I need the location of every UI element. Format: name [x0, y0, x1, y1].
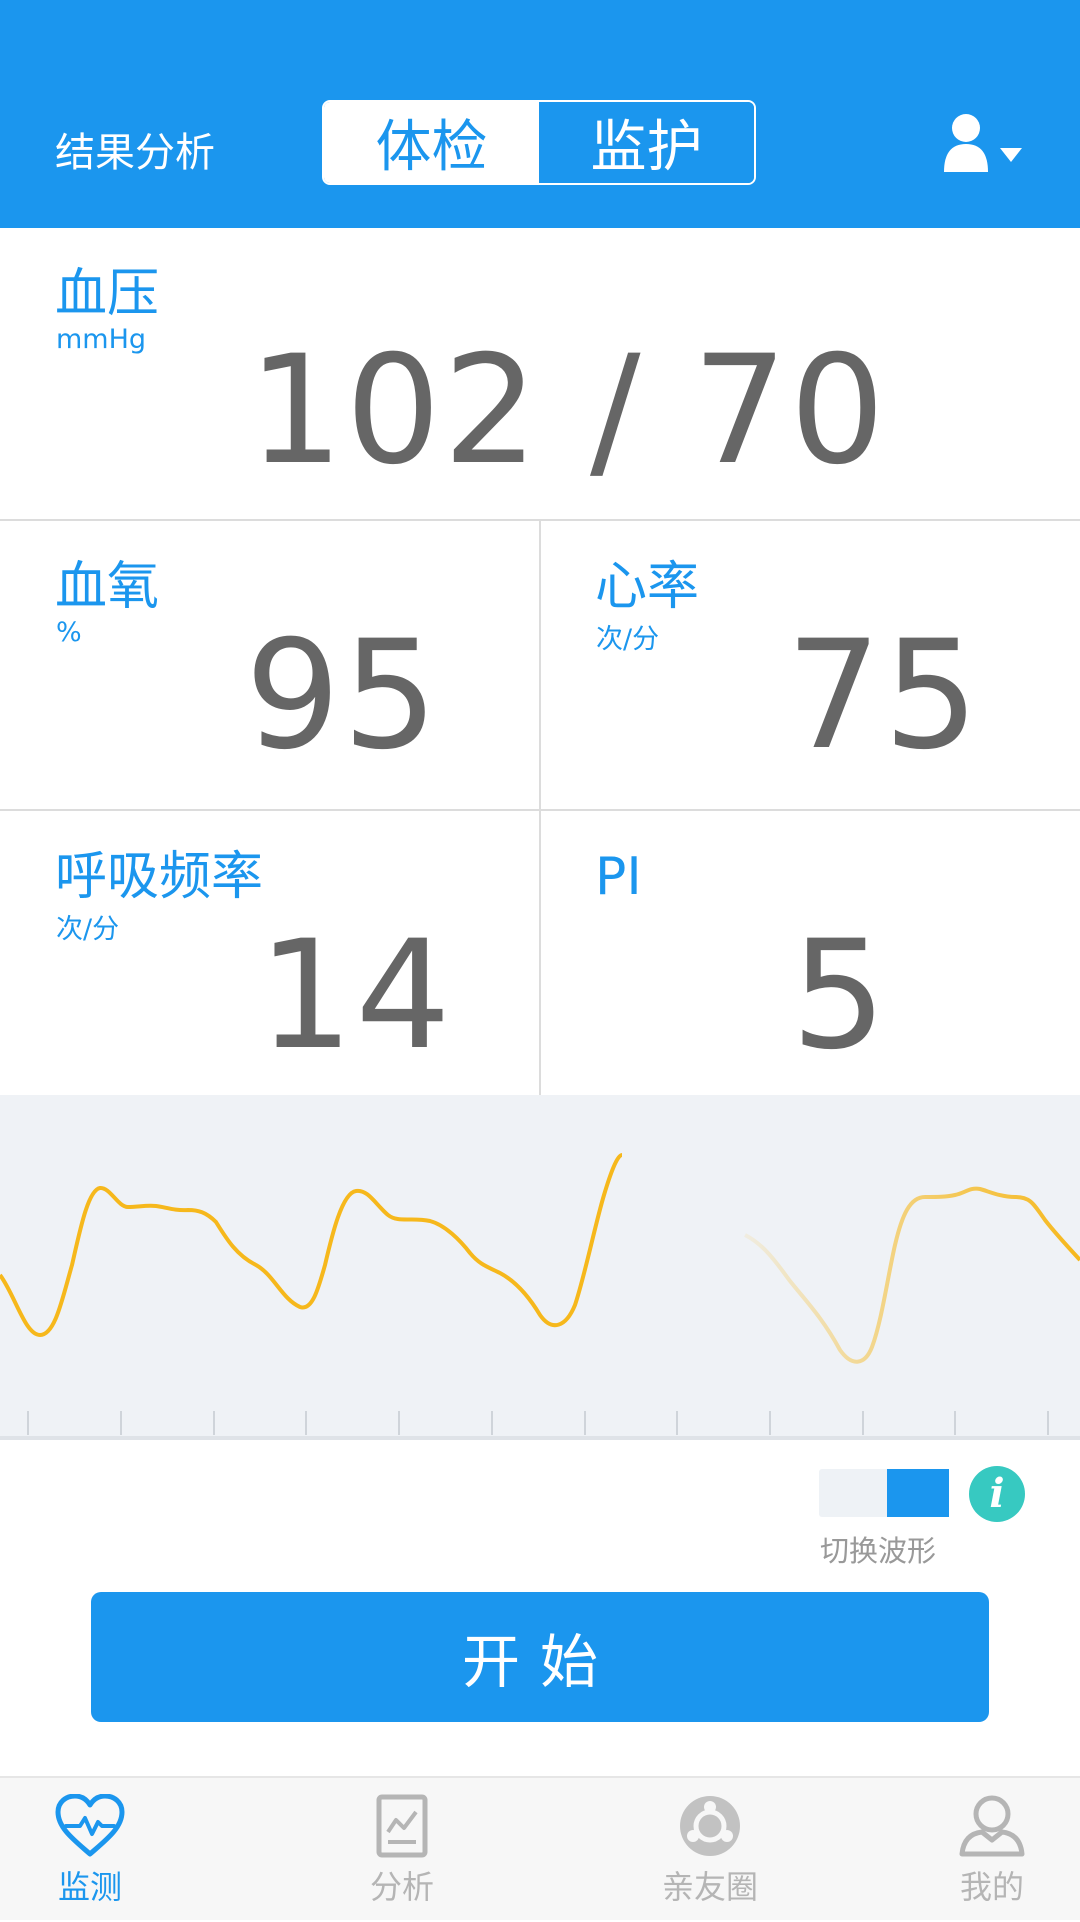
- heart-rate-label: 心率: [595, 557, 700, 617]
- blood-pressure-value: 102 / 70: [248, 324, 888, 498]
- profile-icon: [959, 1795, 1025, 1857]
- nav-label-friends: 亲友圈: [661, 1868, 758, 1906]
- waveform-trace-previous: [744, 1186, 1080, 1364]
- waveform-switch-toggle[interactable]: [819, 1469, 949, 1517]
- column-divider: [539, 521, 541, 1095]
- waveform-trace-current: [0, 1153, 623, 1337]
- start-button[interactable]: 开始: [91, 1592, 989, 1722]
- tab-checkup[interactable]: 体检: [324, 102, 539, 183]
- spo2-value: 95: [245, 609, 440, 783]
- nav-item-monitor[interactable]: 监测: [0, 1778, 190, 1922]
- blood-pressure-unit: mmHg: [56, 324, 147, 355]
- spo2-panel: 血氧 % 95: [0, 521, 540, 811]
- heart-pulse-icon: [55, 1794, 125, 1857]
- tab-monitor[interactable]: 监护: [539, 102, 754, 183]
- nav-item-analysis[interactable]: 分析: [302, 1778, 502, 1922]
- blood-pressure-label: 血压: [55, 264, 160, 324]
- pleth-waveform: [0, 1153, 1080, 1435]
- user-menu-button[interactable]: [942, 112, 1030, 178]
- blood-pressure-panel: 血压 mmHg 102 / 70: [0, 228, 1080, 521]
- resp-rate-value: 14: [258, 909, 453, 1083]
- spo2-unit: %: [56, 617, 82, 648]
- spo2-label: 血氧: [55, 557, 160, 617]
- switch-waveform-label: 切换波形: [820, 1534, 937, 1568]
- pi-panel: PI 5: [541, 811, 1080, 1095]
- nav-item-friends[interactable]: 亲友圈: [610, 1778, 810, 1922]
- bottom-nav: 监测 分析 亲友圈 我的: [0, 1776, 1080, 1920]
- friends-circle-icon: [680, 1796, 740, 1856]
- user-icon: [944, 114, 1022, 172]
- report-chart-icon: [376, 1794, 428, 1858]
- top-header: 结果分析 体检 监护: [0, 0, 1080, 228]
- waveform-area: [0, 1095, 1080, 1440]
- info-icon[interactable]: i: [969, 1466, 1025, 1522]
- toggle-knob: [887, 1469, 949, 1517]
- caret-down-icon: [1000, 148, 1022, 162]
- nav-label-analysis: 分析: [369, 1868, 434, 1906]
- pi-value: 5: [791, 909, 889, 1083]
- resp-rate-panel: 呼吸频率 次/分 14: [0, 811, 540, 1095]
- result-analysis-link[interactable]: 结果分析: [55, 120, 215, 178]
- pi-label: PI: [595, 847, 642, 907]
- waveform-ticks: [27, 1411, 1049, 1435]
- mode-segmented-control: 体检 监护: [322, 100, 756, 185]
- resp-rate-label: 呼吸频率: [55, 847, 264, 907]
- nav-item-mine[interactable]: 我的: [892, 1778, 1080, 1922]
- heart-rate-unit: 次/分: [596, 624, 660, 655]
- nav-label-mine: 我的: [959, 1868, 1024, 1906]
- heart-rate-value: 75: [786, 609, 981, 783]
- resp-rate-unit: 次/分: [56, 914, 120, 945]
- heart-rate-panel: 心率 次/分 75: [541, 521, 1080, 811]
- nav-label-monitor: 监测: [57, 1868, 122, 1906]
